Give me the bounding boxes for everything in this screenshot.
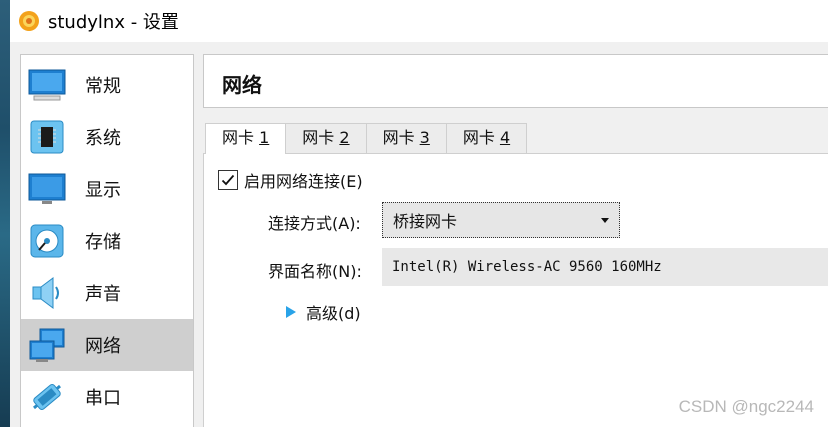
tab-mnemonic: 2: [339, 128, 350, 147]
sidebar-item-display[interactable]: 显示: [21, 163, 193, 215]
tab-adapter-2[interactable]: 网卡 2: [285, 123, 367, 153]
sidebar-item-serial[interactable]: 串口: [21, 371, 193, 423]
sidebar-item-label: 系统: [85, 128, 121, 149]
attached-to-label: 连接方式(A):: [268, 214, 361, 233]
settings-window: 常规 系统 显示 存储 声音 网络 串口 网络 网卡 1 网卡 2 网卡 3 网…: [10, 42, 828, 427]
sidebar-item-label: 显示: [85, 180, 121, 201]
advanced-label: 高级(d): [306, 304, 361, 323]
page-header: 网络: [203, 54, 828, 108]
tab-content: 启用网络连接(E) 连接方式(A): 桥接网卡 界面名称(N): Intel(R…: [203, 153, 828, 427]
monitor-general-icon: [27, 65, 67, 105]
title-bar: studylnx - 设置: [10, 0, 828, 42]
sidebar-item-label: 声音: [85, 284, 121, 305]
interface-name-label: 界面名称(N):: [268, 262, 362, 281]
sidebar: 常规 系统 显示 存储 声音 网络 串口: [20, 54, 194, 427]
sidebar-item-label: 常规: [85, 76, 121, 97]
serial-port-icon: [27, 377, 67, 417]
sidebar-item-network[interactable]: 网络: [21, 319, 193, 371]
chip-icon: [27, 117, 67, 157]
sidebar-item-storage[interactable]: 存储: [21, 215, 193, 267]
tab-mnemonic: 1: [259, 128, 270, 147]
adapter-tabs: 网卡 1 网卡 2 网卡 3 网卡 4: [205, 123, 528, 154]
tab-label: 网卡: [462, 128, 500, 147]
attached-to-value: 桥接网卡: [393, 212, 458, 231]
advanced-toggle[interactable]: 高级(d): [286, 300, 361, 324]
tab-label: 网卡: [382, 128, 420, 147]
watermark: CSDN @ngc2244: [678, 397, 814, 416]
checkmark-icon: [221, 174, 235, 186]
tab-adapter-3[interactable]: 网卡 3: [365, 123, 447, 153]
tab-label: 网卡: [222, 128, 260, 147]
app-icon: [19, 11, 39, 31]
tab-adapter-4[interactable]: 网卡 4: [445, 123, 528, 153]
enable-network-checkbox[interactable]: [218, 170, 238, 190]
disk-icon: [27, 221, 67, 261]
sidebar-item-label: 网络: [85, 336, 121, 357]
desktop-background-strip: [0, 0, 10, 427]
sidebar-item-label: 串口: [85, 388, 121, 409]
page-title: 网络: [222, 73, 262, 97]
attached-to-select[interactable]: 桥接网卡: [382, 202, 620, 238]
tab-adapter-1[interactable]: 网卡 1: [205, 123, 287, 154]
enable-network-label: 启用网络连接(E): [244, 172, 363, 191]
interface-name-select[interactable]: Intel(R) Wireless-AC 9560 160MHz: [382, 248, 828, 286]
expand-arrow-icon: [286, 306, 296, 318]
sidebar-item-general[interactable]: 常规: [21, 59, 193, 111]
main-panel: 网络 网卡 1 网卡 2 网卡 3 网卡 4 启用网络连接(E) 连接方式(A)…: [203, 54, 828, 427]
tab-label: 网卡: [302, 128, 340, 147]
network-icon: [27, 325, 67, 365]
window-title: studylnx - 设置: [48, 12, 179, 33]
tab-mnemonic: 4: [499, 128, 511, 147]
chevron-down-icon: [601, 217, 609, 223]
display-icon: [27, 169, 67, 209]
interface-name-value: Intel(R) Wireless-AC 9560 160MHz: [392, 259, 662, 275]
sidebar-item-label: 存储: [85, 232, 121, 253]
enable-network-row: 启用网络连接(E): [218, 168, 363, 192]
sidebar-item-audio[interactable]: 声音: [21, 267, 193, 319]
speaker-icon: [27, 273, 67, 313]
sidebar-item-system[interactable]: 系统: [21, 111, 193, 163]
tab-mnemonic: 3: [419, 128, 430, 147]
